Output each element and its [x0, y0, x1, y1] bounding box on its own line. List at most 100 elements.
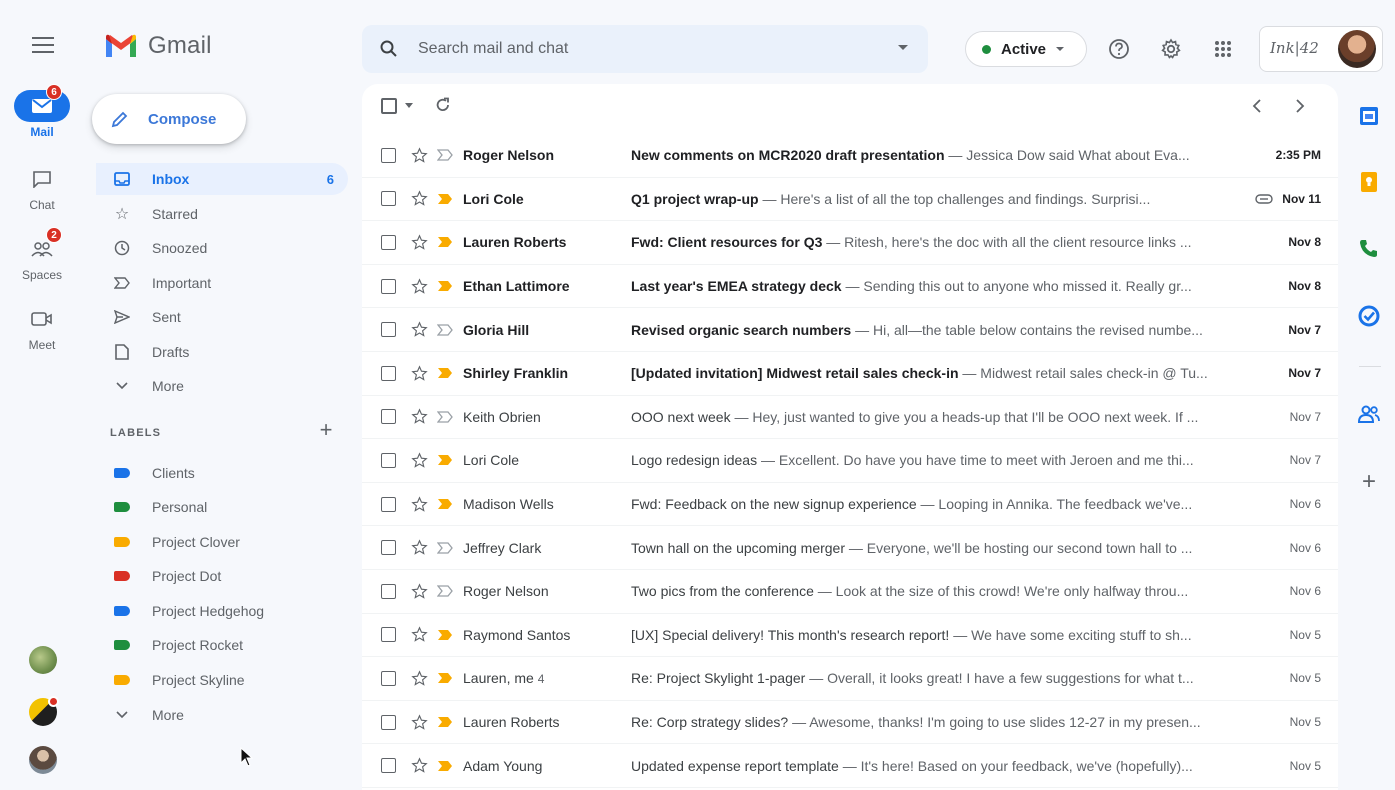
email-checkbox[interactable]: [381, 540, 396, 556]
help-icon[interactable]: [1106, 36, 1132, 62]
email-checkbox[interactable]: [381, 234, 396, 250]
email-row[interactable]: Lori Cole Logo redesign ideas — Excellent…: [362, 439, 1338, 483]
label-item-project-hedgehog[interactable]: Project Hedgehog: [96, 595, 348, 627]
email-checkbox[interactable]: [381, 714, 396, 730]
add-label-icon[interactable]: +: [316, 419, 336, 441]
email-row[interactable]: Keith Obrien OOO next week — Hey, just wa…: [362, 396, 1338, 440]
star-icon[interactable]: [410, 582, 428, 600]
email-checkbox[interactable]: [381, 409, 396, 425]
star-icon[interactable]: [410, 233, 428, 251]
search-icon[interactable]: [380, 40, 398, 58]
email-row[interactable]: Lori Cole Q1 project wrap-up — Here's a l…: [362, 178, 1338, 222]
calendar-icon[interactable]: [1357, 104, 1381, 128]
star-icon[interactable]: [410, 451, 428, 469]
nav-item-sent[interactable]: Sent: [96, 301, 348, 333]
labels-more[interactable]: More: [96, 699, 348, 731]
email-checkbox[interactable]: [381, 583, 396, 599]
important-marker-icon[interactable]: [437, 192, 455, 206]
star-icon[interactable]: [410, 495, 428, 513]
email-row[interactable]: Shirley Franklin [Updated invitation] Mid…: [362, 352, 1338, 396]
settings-gear-icon[interactable]: [1158, 36, 1184, 62]
nav-item-snoozed[interactable]: Snoozed: [96, 232, 348, 264]
search-options-icon[interactable]: [898, 45, 908, 50]
search-bar[interactable]: [362, 25, 928, 73]
important-marker-icon[interactable]: [437, 497, 455, 511]
email-checkbox[interactable]: [381, 758, 396, 774]
email-row[interactable]: Ethan Lattimore Last year's EMEA strategy…: [362, 265, 1338, 309]
contacts-icon[interactable]: [1357, 402, 1381, 426]
important-marker-icon[interactable]: [437, 584, 455, 598]
gmail-logo[interactable]: Gmail: [104, 32, 212, 60]
nav-item-important[interactable]: Important: [96, 267, 348, 299]
nav-item-drafts[interactable]: Drafts: [96, 336, 348, 368]
voice-icon[interactable]: [1357, 236, 1381, 260]
email-checkbox[interactable]: [381, 452, 396, 468]
email-row[interactable]: Raymond Santos [UX] Special delivery! Thi…: [362, 614, 1338, 658]
star-icon[interactable]: [410, 713, 428, 731]
rail-item-meet[interactable]: Meet: [0, 303, 84, 352]
email-row[interactable]: Lauren, me 4 Re: Project Skylight 1-pager…: [362, 657, 1338, 701]
email-row[interactable]: Lauren Roberts Re: Corp strategy slides? …: [362, 701, 1338, 745]
email-row[interactable]: Lauren Roberts Fwd: Client resources for …: [362, 221, 1338, 265]
email-row[interactable]: Roger Nelson New comments on MCR2020 draf…: [362, 134, 1338, 178]
label-item-project-clover[interactable]: Project Clover: [96, 526, 348, 558]
important-marker-icon[interactable]: [437, 410, 455, 424]
tasks-icon[interactable]: [1357, 304, 1381, 328]
important-marker-icon[interactable]: [437, 366, 455, 380]
email-checkbox[interactable]: [381, 278, 396, 294]
email-checkbox[interactable]: [381, 365, 396, 381]
rail-item-spaces[interactable]: 2 Spaces: [0, 227, 84, 282]
label-item-project-skyline[interactable]: Project Skyline: [96, 664, 348, 696]
older-page-icon[interactable]: [1295, 99, 1305, 113]
email-checkbox[interactable]: [381, 147, 396, 163]
main-menu-icon[interactable]: [32, 37, 54, 53]
email-checkbox[interactable]: [381, 627, 396, 643]
chat-avatar[interactable]: [29, 746, 57, 774]
select-all-checkbox[interactable]: [381, 98, 397, 114]
status-selector[interactable]: Active: [965, 31, 1087, 67]
star-icon[interactable]: [410, 190, 428, 208]
compose-button[interactable]: Compose: [92, 94, 246, 144]
star-icon[interactable]: [410, 539, 428, 557]
important-marker-icon[interactable]: [437, 323, 455, 337]
search-input[interactable]: [418, 40, 868, 58]
star-icon[interactable]: [410, 757, 428, 775]
important-marker-icon[interactable]: [437, 453, 455, 467]
important-marker-icon[interactable]: [437, 715, 455, 729]
attachment-icon[interactable]: [1253, 193, 1275, 205]
account-switcher[interactable]: Ink|42: [1259, 26, 1383, 72]
add-icon[interactable]: +: [1357, 468, 1381, 495]
label-item-clients[interactable]: Clients: [96, 457, 348, 489]
chat-avatar[interactable]: [29, 646, 57, 674]
label-item-personal[interactable]: Personal: [96, 491, 348, 523]
newer-page-icon[interactable]: [1252, 99, 1262, 113]
rail-item-mail[interactable]: 6 Mail: [0, 84, 84, 139]
important-marker-icon[interactable]: [437, 628, 455, 642]
email-row[interactable]: Madison Wells Fwd: Feedback on the new si…: [362, 483, 1338, 527]
star-icon[interactable]: [410, 669, 428, 687]
star-icon[interactable]: [410, 364, 428, 382]
star-icon[interactable]: [410, 277, 428, 295]
email-checkbox[interactable]: [381, 322, 396, 338]
star-icon[interactable]: [410, 146, 428, 164]
important-marker-icon[interactable]: [437, 235, 455, 249]
star-icon[interactable]: [410, 321, 428, 339]
chat-avatar[interactable]: [29, 696, 59, 726]
email-row[interactable]: Gloria Hill Revised organic search number…: [362, 308, 1338, 352]
star-icon[interactable]: [410, 408, 428, 426]
important-marker-icon[interactable]: [437, 759, 455, 773]
label-item-project-dot[interactable]: Project Dot: [96, 560, 348, 592]
email-checkbox[interactable]: [381, 496, 396, 512]
keep-icon[interactable]: [1357, 170, 1381, 194]
apps-grid-icon[interactable]: [1210, 36, 1236, 62]
email-row[interactable]: Jeffrey Clark Town hall on the upcoming m…: [362, 526, 1338, 570]
email-row[interactable]: Adam Young Updated expense report templat…: [362, 744, 1338, 788]
important-marker-icon[interactable]: [437, 148, 455, 162]
rail-item-chat[interactable]: Chat: [0, 163, 84, 212]
email-checkbox[interactable]: [381, 670, 396, 686]
important-marker-icon[interactable]: [437, 671, 455, 685]
email-checkbox[interactable]: [381, 191, 396, 207]
important-marker-icon[interactable]: [437, 541, 455, 555]
nav-item-inbox[interactable]: Inbox 6: [96, 163, 348, 195]
star-icon[interactable]: [410, 626, 428, 644]
